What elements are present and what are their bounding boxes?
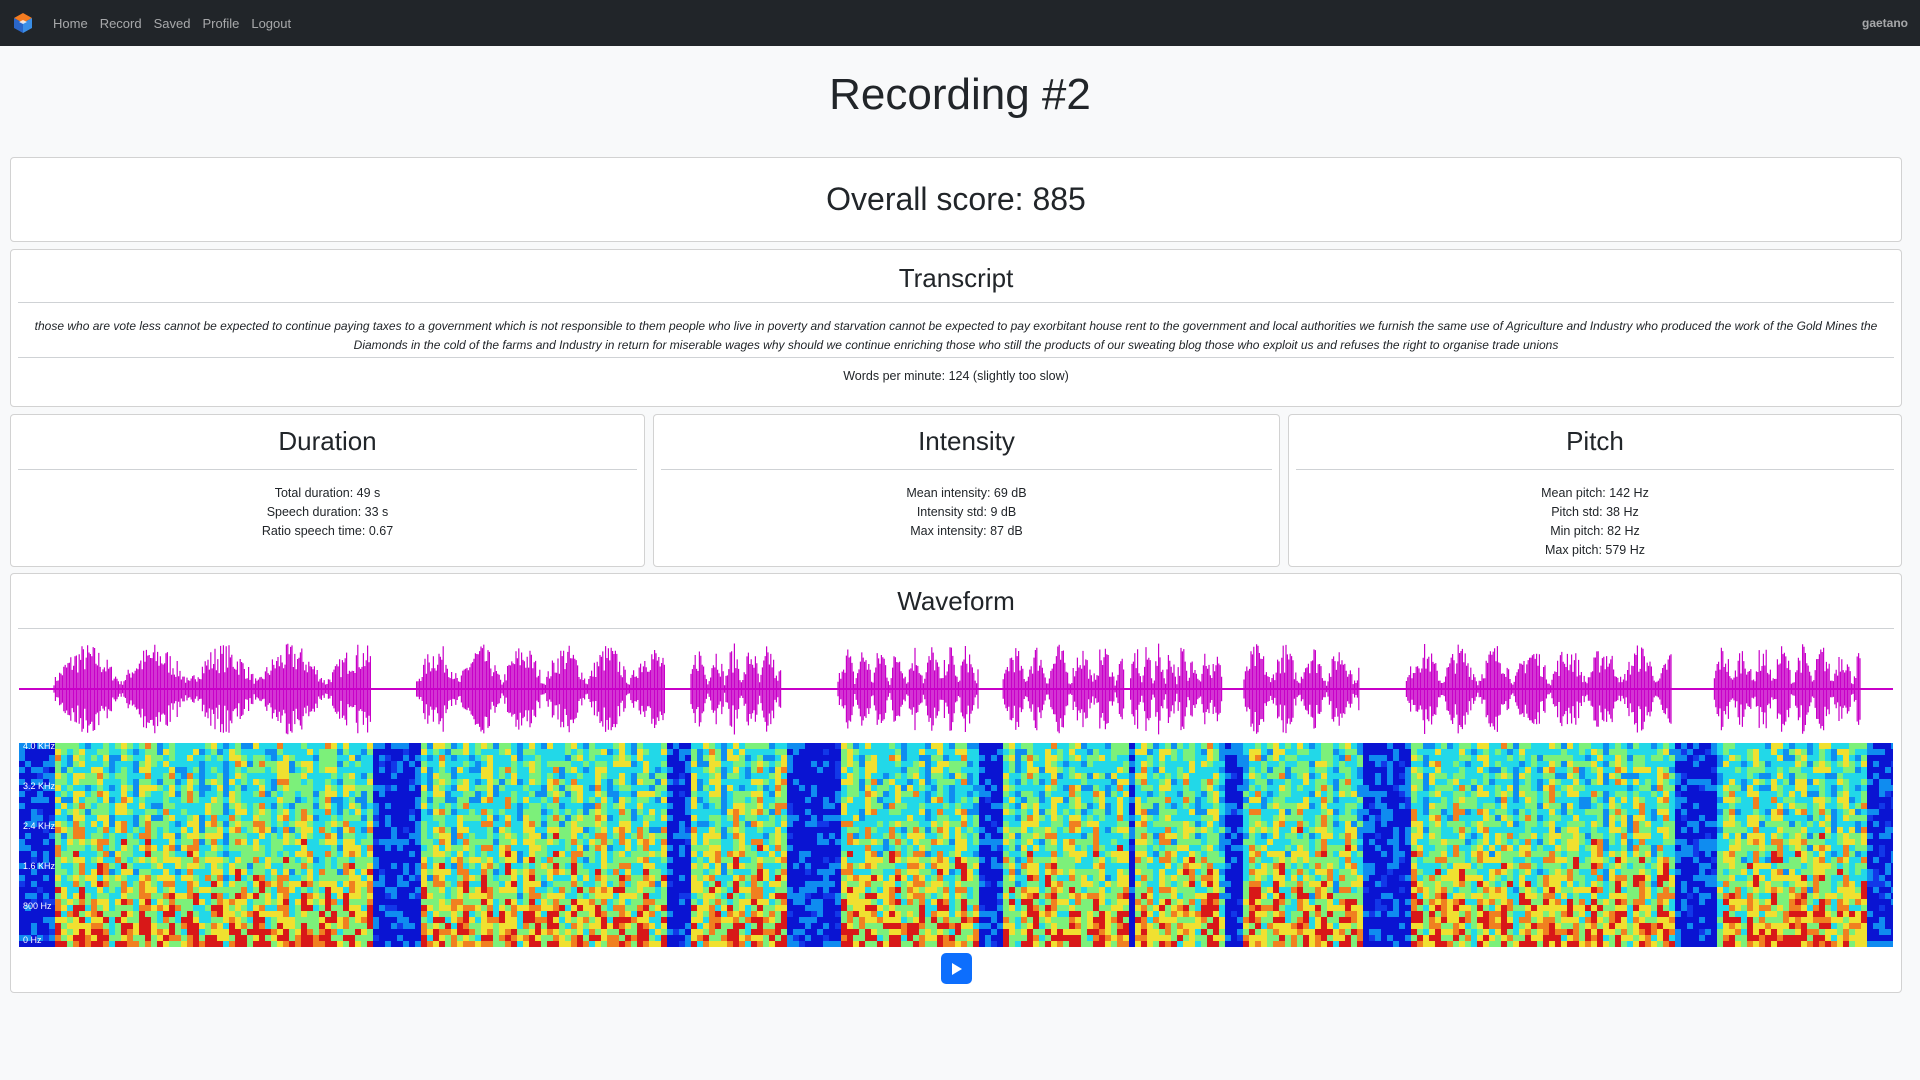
max-intensity: Max intensity: 87 dB	[910, 524, 1023, 538]
duration-card: Duration Total duration: 49 s Speech dur…	[10, 414, 645, 567]
words-per-minute: Words per minute: 124 (slightly too slow…	[843, 369, 1069, 383]
transcript-heading: Transcript	[898, 263, 1014, 293]
nav-logout-link[interactable]: Logout	[251, 16, 291, 31]
duration-heading: Duration	[278, 426, 377, 456]
play-icon	[951, 962, 962, 975]
navbar: Home Record Saved Profile Logout gaetano	[0, 0, 1920, 46]
divider	[18, 302, 1894, 303]
spectrogram-frequency-label: 2.4 KHz	[23, 821, 56, 831]
intensity-card: Intensity Mean intensity: 69 dB Intensit…	[653, 414, 1280, 567]
intensity-stats: Mean intensity: 69 dB Intensity std: 9 d…	[654, 470, 1279, 541]
spectrogram-frequency-label: 800 Hz	[23, 901, 52, 911]
nav-home-link[interactable]: Home	[53, 16, 88, 31]
nav-saved-link[interactable]: Saved	[154, 16, 191, 31]
spectrogram-frequency-label: 4.0 KHz	[23, 743, 56, 751]
spectrogram-frequency-label: 0 Hz	[23, 935, 42, 945]
transcript-card: Transcript those who are vote less canno…	[10, 249, 1902, 407]
duration-stats: Total duration: 49 s Speech duration: 33…	[11, 470, 644, 541]
spectrogram-frequency-label: 3.2 KHz	[23, 781, 56, 791]
waveform-heading: Waveform	[897, 586, 1015, 616]
pitch-card: Pitch Mean pitch: 142 Hz Pitch std: 38 H…	[1288, 414, 1902, 567]
intensity-std: Intensity std: 9 dB	[916, 505, 1017, 519]
divider	[18, 628, 1894, 629]
max-pitch: Max pitch: 579 Hz	[1544, 543, 1646, 557]
waveform-plot[interactable]	[19, 639, 1893, 741]
nav-record-link[interactable]: Record	[100, 16, 142, 31]
total-duration: Total duration: 49 s	[274, 486, 381, 500]
pitch-heading: Pitch	[1566, 426, 1624, 456]
overall-score-card: Overall score: 885	[10, 157, 1902, 242]
pitch-std: Pitch std: 38 Hz	[1551, 505, 1639, 519]
play-button[interactable]	[941, 953, 972, 984]
speech-duration: Speech duration: 33 s	[266, 505, 389, 519]
app-logo-icon[interactable]	[11, 11, 35, 35]
mean-pitch: Mean pitch: 142 Hz	[1541, 486, 1649, 500]
user-name[interactable]: gaetano	[1862, 16, 1908, 30]
waveform-card: Waveform 4.0 KHz 3.2 KHz 2.4 KHz 1.6 KHz 800…	[10, 573, 1902, 993]
intensity-heading: Intensity	[918, 426, 1015, 456]
overall-score: Overall score: 885	[826, 181, 1086, 217]
nav-profile-link[interactable]: Profile	[202, 16, 239, 31]
pitch-stats: Mean pitch: 142 Hz Pitch std: 38 Hz Min …	[1289, 470, 1901, 560]
spectrogram[interactable]: 4.0 KHz 3.2 KHz 2.4 KHz 1.6 KHz 800 Hz 0 Hz	[19, 743, 1893, 947]
spectrogram-frequency-label: 1.6 KHz	[23, 861, 56, 871]
min-pitch: Min pitch: 82 Hz	[1550, 524, 1640, 538]
transcript-text: those who are vote less cannot be expect…	[34, 319, 1878, 352]
ratio-speech-time: Ratio speech time: 0.67	[261, 524, 394, 538]
page-title: Recording #2	[829, 70, 1091, 119]
mean-intensity: Mean intensity: 69 dB	[906, 486, 1027, 500]
